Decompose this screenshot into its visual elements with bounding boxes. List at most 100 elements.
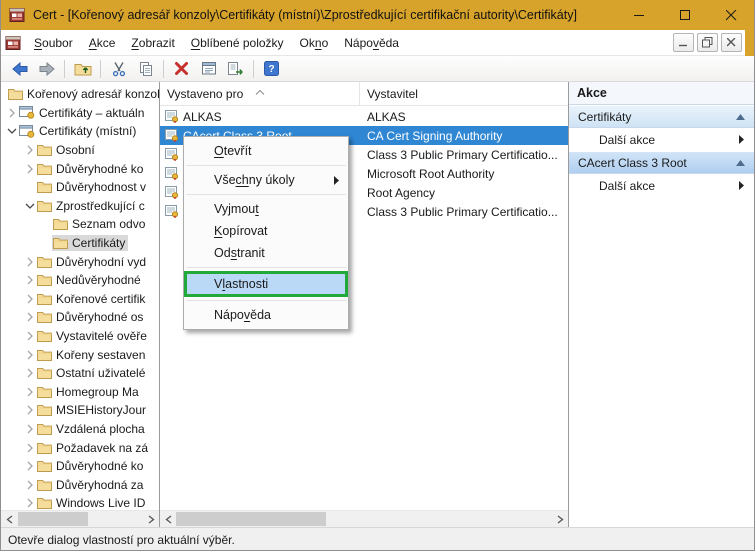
column-header-issued-to[interactable]: Vystaveno pro	[160, 82, 360, 105]
menu-okno[interactable]: Okno	[292, 30, 337, 55]
chevron-right-icon[interactable]	[23, 312, 36, 322]
tree-item-ostatni-uzivatele[interactable]: Ostatní uživatelé	[1, 364, 159, 383]
tree-item-duveryhodnost-v[interactable]: Důvěryhodnost v	[1, 178, 159, 197]
chevron-right-icon[interactable]	[23, 480, 36, 490]
chevron-right-icon[interactable]	[23, 145, 36, 155]
tree-item-korenovy-adresar-konzol[interactable]: Kořenový adresář konzol	[1, 85, 159, 104]
tree-item-duveryhodne-os[interactable]: Důvěryhodné os	[1, 308, 159, 327]
menu-napoveda[interactable]: Nápověda	[336, 30, 407, 55]
maximize-button[interactable]	[662, 0, 708, 30]
scroll-right-icon[interactable]	[143, 511, 159, 527]
tree-item-certifikaty-mistni[interactable]: Certifikáty (místní)	[1, 122, 159, 141]
chevron-right-icon[interactable]	[23, 294, 36, 304]
chevron-down-icon[interactable]	[23, 202, 36, 210]
child-close-button[interactable]	[721, 33, 742, 52]
chevron-right-icon[interactable]	[23, 350, 36, 360]
chevron-right-icon[interactable]	[5, 108, 18, 118]
action-item-dalsi-akce[interactable]: Další akce	[569, 174, 754, 197]
chevron-down-icon[interactable]	[5, 127, 18, 135]
menu-akce[interactable]: Akce	[81, 30, 124, 55]
context-menu-item-help[interactable]: Nápověda	[184, 304, 348, 326]
chevron-right-icon[interactable]	[23, 461, 36, 471]
list-scroll-track[interactable]	[176, 511, 552, 527]
tree-item-zprostredkujici-c[interactable]: Zprostředkující c	[1, 197, 159, 216]
tree-item-homegroup-ma[interactable]: Homegroup Ma	[1, 383, 159, 402]
export-list-button[interactable]	[222, 57, 249, 80]
tree-item-certifikaty-aktualn[interactable]: Certifikáty – aktuáln	[1, 104, 159, 123]
delete-button[interactable]	[168, 57, 195, 80]
list-horizontal-scrollbar[interactable]	[160, 510, 568, 527]
chevron-right-icon[interactable]	[23, 387, 36, 397]
context-menu-item-delete[interactable]: Odstranit	[184, 242, 348, 264]
back-button[interactable]	[6, 57, 33, 80]
folder-icon	[37, 349, 52, 361]
chevron-right-icon[interactable]	[23, 424, 36, 434]
column-header-issued-by[interactable]: Vystavitel	[360, 82, 568, 105]
tree-item-vystavitele-overe[interactable]: Vystavitelé ověře	[1, 327, 159, 346]
list-row[interactable]: ALKASALKAS	[160, 107, 568, 126]
context-menu-item-open[interactable]: Otevřít	[184, 140, 348, 162]
tree-item-neduveryhodne[interactable]: Nedůvěryhodné	[1, 271, 159, 290]
chevron-right-icon[interactable]	[23, 405, 36, 415]
copy-button[interactable]	[132, 57, 159, 80]
list-scroll-thumb[interactable]	[176, 512, 326, 526]
chevron-right-icon[interactable]	[23, 257, 36, 267]
minimize-button[interactable]	[616, 0, 662, 30]
context-menu-item-label: Nápověda	[214, 308, 271, 322]
tree-item-korenove-certifik[interactable]: Kořenové certifik	[1, 290, 159, 309]
scroll-left-icon[interactable]	[160, 511, 176, 527]
tree-item-certifikaty[interactable]: Certifikáty	[1, 234, 159, 253]
cert-store-icon	[19, 125, 35, 138]
context-menu-separator	[186, 300, 346, 301]
close-button[interactable]	[708, 0, 754, 30]
context-menu-item-properties[interactable]: Vlastnosti	[184, 271, 348, 297]
menu-zobrazit[interactable]: Zobrazit	[123, 30, 182, 55]
tree-item-duveryhodni-vyd[interactable]: Důvěryhodní vyd	[1, 252, 159, 271]
tree-item-koreny-sestaven[interactable]: Kořeny sestaven	[1, 345, 159, 364]
help-button[interactable]: ?	[258, 57, 285, 80]
toolbar-separator	[163, 60, 164, 78]
tree-item-seznam-odvo[interactable]: Seznam odvo	[1, 215, 159, 234]
action-section-cacert-class-3-root[interactable]: CAcert Class 3 Root	[569, 151, 754, 174]
chevron-right-icon[interactable]	[23, 368, 36, 378]
context-menu-item-copy[interactable]: Kopírovat	[184, 220, 348, 242]
chevron-right-icon[interactable]	[23, 331, 36, 341]
scroll-left-icon[interactable]	[1, 511, 17, 527]
tree-horizontal-scrollbar[interactable]	[1, 510, 159, 527]
collapse-up-icon[interactable]	[736, 160, 745, 166]
tree-item-duveryhodne-ko[interactable]: Důvěryhodné ko	[1, 159, 159, 178]
tree-item-duveryhodna-za[interactable]: Důvěryhodná za	[1, 475, 159, 494]
collapse-up-icon[interactable]	[736, 114, 745, 120]
tree-scroll-track[interactable]	[17, 511, 143, 527]
tree-item-pozadavek-na-za[interactable]: Požadavek na zá	[1, 438, 159, 457]
tree-item-msiehistoryjour[interactable]: MSIEHistoryJour	[1, 401, 159, 420]
context-menu-separator	[186, 165, 346, 166]
child-minimize-button[interactable]	[673, 33, 694, 52]
up-one-level-button[interactable]	[69, 57, 96, 80]
properties-button[interactable]	[195, 57, 222, 80]
menu-soubor[interactable]: Soubor	[26, 30, 81, 55]
tree-item-duveryhodne-ko[interactable]: Důvěryhodné ko	[1, 457, 159, 476]
scroll-right-icon[interactable]	[552, 511, 568, 527]
forward-button[interactable]	[33, 57, 60, 80]
action-section-certifikaty[interactable]: Certifikáty	[569, 105, 754, 128]
tree-item-osobni[interactable]: Osobní	[1, 141, 159, 160]
child-restore-button[interactable]	[697, 33, 718, 52]
context-menu-item-cut[interactable]: Vyjmout	[184, 198, 348, 220]
tree-item-label: Důvěryhodné os	[56, 310, 143, 324]
action-item-dalsi-akce[interactable]: Další akce	[569, 128, 754, 151]
chevron-right-icon[interactable]	[23, 498, 36, 508]
tree-item-label: Windows Live ID	[56, 496, 145, 510]
title-bar[interactable]: Cert - [Kořenový adresář konzoly\Certifi…	[1, 0, 754, 30]
tree-item-box: Kořenový adresář konzol	[7, 86, 159, 102]
tree-item-vzdalena-plocha[interactable]: Vzdálená plocha	[1, 420, 159, 439]
context-menu-item-all-tasks[interactable]: Všechny úkoly	[184, 169, 348, 191]
tree-item-windows-live-id[interactable]: Windows Live ID	[1, 494, 159, 510]
cut-button[interactable]	[105, 57, 132, 80]
chevron-right-icon[interactable]	[23, 275, 36, 285]
menu-oblibene-polozky[interactable]: Oblíbené položky	[183, 30, 292, 55]
menu-bar: SouborAkceZobrazitOblíbené položkyOknoNá…	[1, 30, 745, 56]
chevron-right-icon[interactable]	[23, 164, 36, 174]
chevron-right-icon[interactable]	[23, 443, 36, 453]
tree-scroll-thumb[interactable]	[18, 512, 87, 526]
